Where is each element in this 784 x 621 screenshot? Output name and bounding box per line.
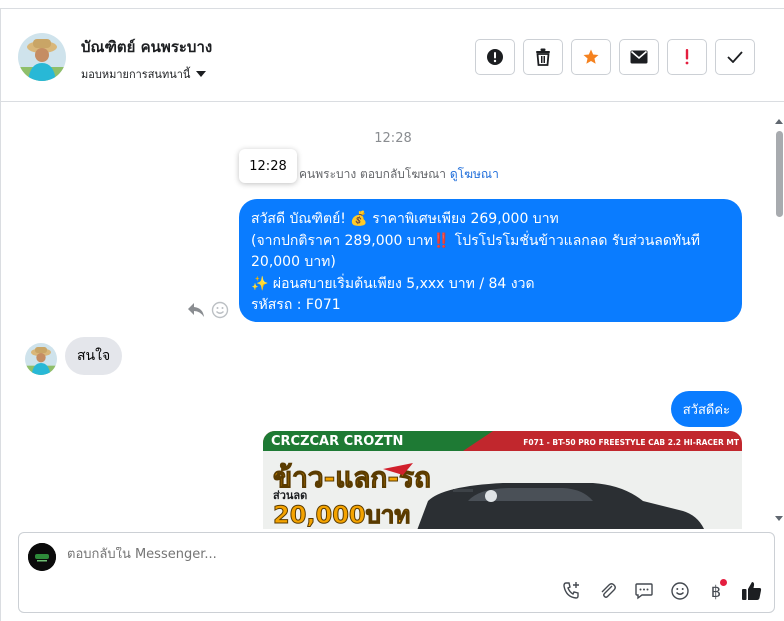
- caret-down-icon: [196, 71, 207, 77]
- star-icon: [583, 49, 599, 64]
- conversation-header: บัณฑิตย์ คนพระบาง มอบหมายการสนทนานี้: [1, 9, 784, 102]
- smiley-icon: [671, 582, 689, 600]
- message-line: รหัสรถ : F071: [251, 297, 341, 313]
- scroll-down-arrow-icon[interactable]: [775, 516, 783, 521]
- header-actions: [475, 39, 755, 75]
- message-line: สวัสดี บัณฑิตย์! 💰 ราคาพิเศษเพียง 269,00…: [251, 211, 559, 227]
- message-thread[interactable]: 12:28 คนพระบาง ตอบกลับโฆษณา ดูโฆษณา 12:2…: [1, 103, 784, 529]
- report-spam-button[interactable]: [475, 39, 515, 75]
- delete-button[interactable]: [523, 39, 563, 75]
- add-call-button[interactable]: [561, 580, 583, 602]
- message-tools: [187, 301, 229, 319]
- scroll-up-arrow-icon[interactable]: [775, 119, 783, 124]
- notification-dot: [720, 579, 727, 586]
- ad-image[interactable]: CRCZCAR CROZTN F071 - BT-50 PRO FREESTYL…: [263, 431, 742, 529]
- paperclip-icon: [601, 583, 616, 598]
- ad-discount-amount: 20,000บาท: [273, 501, 410, 529]
- outgoing-message-bubble[interactable]: สวัสดี บัณฑิตย์! 💰 ราคาพิเศษเพียง 269,00…: [239, 199, 742, 322]
- mark-done-button[interactable]: [715, 39, 755, 75]
- mark-unread-button[interactable]: [619, 39, 659, 75]
- scroll-thumb[interactable]: [776, 131, 783, 217]
- thread-timestamp: 12:28: [374, 131, 412, 146]
- ad-brand-text: CRCZCAR CROZTN: [271, 434, 403, 449]
- reply-input[interactable]: [67, 547, 667, 562]
- message-line: ✨ ผ่อนสบายเริ่มต้นเพียง 5,xxx บาท / 84 ง…: [251, 275, 535, 292]
- exclamation-icon: [685, 49, 689, 65]
- chat-bubble-icon: [635, 583, 653, 600]
- mark-important-button[interactable]: [667, 39, 707, 75]
- composer-tools: ฿: [561, 579, 763, 602]
- conversation-panel: บัณฑิตย์ คนพระบาง มอบหมายการสนทนานี้ 12:…: [0, 8, 784, 621]
- trash-icon: [536, 48, 550, 66]
- time-tooltip: 12:28: [239, 149, 297, 183]
- ad-model-text: F071 - BT-50 PRO FREESTYLE CAB 2.2 HI-RA…: [523, 438, 740, 447]
- star-button[interactable]: [571, 39, 611, 75]
- checkmark-icon: [727, 51, 743, 63]
- thumbs-up-icon: [742, 582, 762, 600]
- outgoing-greeting-bubble[interactable]: สวัสดีค่ะ: [670, 391, 742, 427]
- alert-circle-icon: [487, 49, 503, 65]
- emoji-button[interactable]: [669, 580, 691, 602]
- attach-file-button[interactable]: [597, 580, 619, 602]
- ad-reply-info: คนพระบาง ตอบกลับโฆษณา ดูโฆษณา: [299, 165, 499, 184]
- page-avatar: [28, 543, 56, 571]
- emoji-react-icon[interactable]: [211, 301, 229, 319]
- reply-icon[interactable]: [187, 302, 205, 318]
- ad-reply-text: คนพระบาง ตอบกลับโฆษณา: [299, 167, 447, 181]
- message-line: 20,000 บาท): [251, 254, 336, 270]
- thread-scrollbar[interactable]: [774, 113, 784, 523]
- assign-label: มอบหมายการสนทนานี้: [81, 68, 191, 81]
- send-like-button[interactable]: [741, 580, 763, 602]
- saved-replies-button[interactable]: [633, 580, 655, 602]
- message-line: (จากปกติราคา 289,000 บาท‼️ โปรโปรโมชั่นข…: [251, 232, 700, 249]
- incoming-message-bubble[interactable]: สนใจ: [65, 337, 123, 375]
- phone-plus-icon: [563, 582, 579, 599]
- envelope-icon: [630, 50, 648, 64]
- contact-name: บัณฑิตย์ คนพระบาง: [81, 38, 213, 56]
- payment-button[interactable]: ฿: [705, 579, 727, 602]
- contact-avatar-small[interactable]: [25, 343, 57, 375]
- assign-conversation-dropdown[interactable]: มอบหมายการสนทนานี้: [81, 65, 207, 83]
- contact-avatar[interactable]: [18, 33, 66, 81]
- view-ad-link[interactable]: ดูโฆษณา: [450, 167, 499, 181]
- message-composer: ฿: [18, 532, 775, 613]
